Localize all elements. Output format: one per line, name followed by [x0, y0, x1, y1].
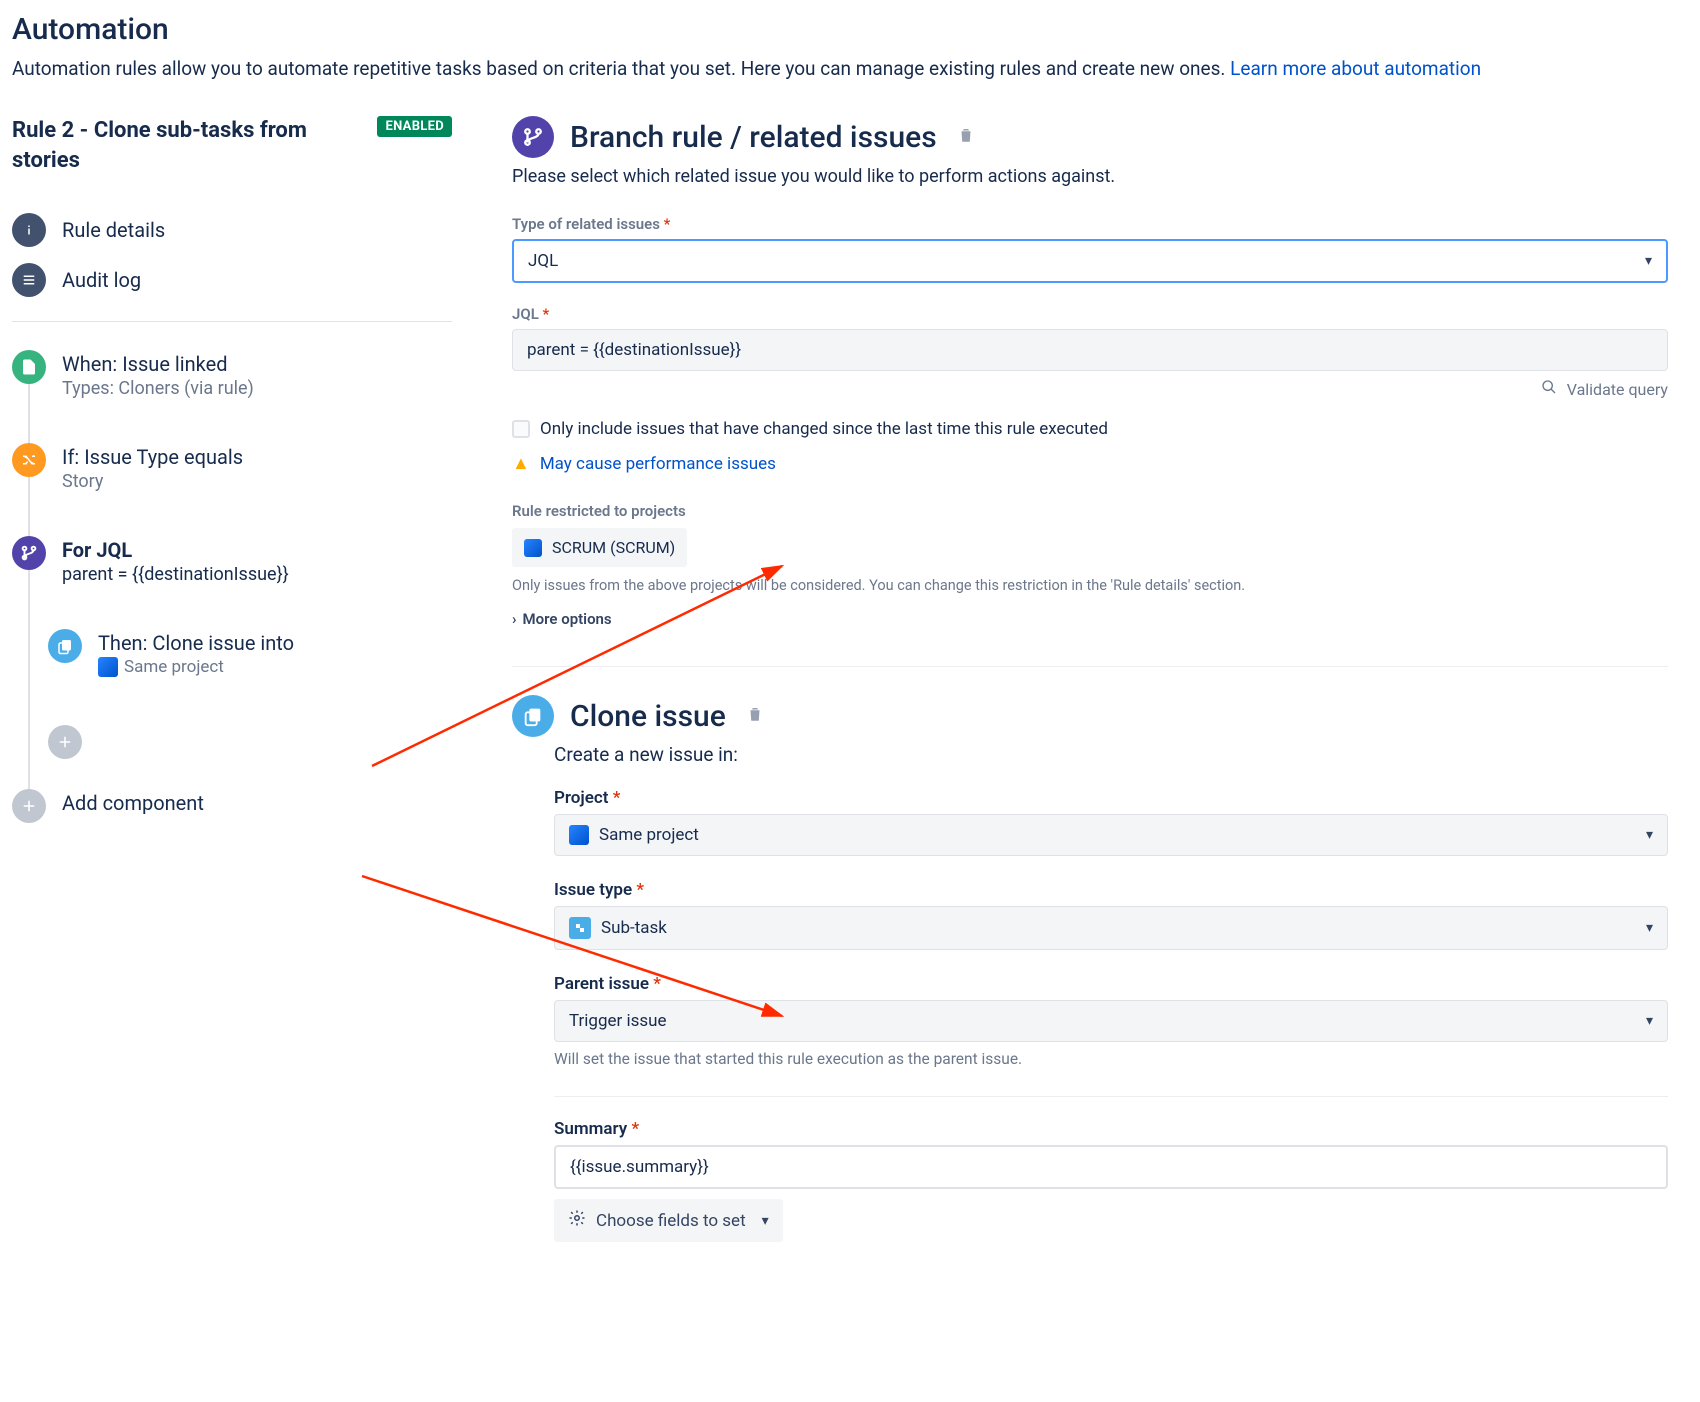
- subtask-icon: [569, 917, 591, 939]
- restrict-project-chip: SCRUM (SCRUM): [512, 528, 687, 567]
- step-trigger-sub: Types: Cloners (via rule): [62, 378, 254, 399]
- flow-connector: [28, 370, 30, 803]
- learn-more-link[interactable]: Learn more about automation: [1230, 57, 1481, 80]
- chevron-right-icon: ›: [512, 610, 517, 628]
- page-description-text: Automation rules allow you to automate r…: [12, 57, 1230, 80]
- parent-select[interactable]: Trigger issue ▾: [554, 1000, 1668, 1042]
- summary-label: Summary *: [554, 1119, 1668, 1139]
- step-trigger[interactable]: When: Issue linked Types: Cloners (via r…: [12, 350, 452, 399]
- page-title: Automation: [12, 12, 1688, 47]
- step-branch[interactable]: For JQL parent = {{destinationIssue}}: [12, 536, 452, 585]
- project-label: Project *: [554, 788, 1668, 808]
- jql-label: JQL *: [512, 305, 1668, 323]
- clone-icon: [512, 695, 554, 737]
- chevron-down-icon: ▾: [1645, 253, 1652, 269]
- type-label: Type of related issues *: [512, 215, 1668, 233]
- perf-warning-label: May cause performance issues: [540, 454, 776, 474]
- rule-name: Rule 2 - Clone sub-tasks from stories: [12, 116, 312, 175]
- more-options-label: More options: [523, 610, 612, 628]
- warning-icon: ▲: [512, 453, 530, 474]
- step-trigger-title: When: Issue linked: [62, 352, 254, 376]
- summary-input[interactable]: {{issue.summary}}: [554, 1145, 1668, 1189]
- step-condition[interactable]: If: Issue Type equals Story: [12, 443, 452, 492]
- branch-icon: [12, 536, 46, 570]
- step-condition-sub: Story: [62, 471, 243, 492]
- parent-select-value: Trigger issue: [569, 1011, 667, 1031]
- choose-fields-label: Choose fields to set: [596, 1211, 746, 1231]
- gear-icon: [568, 1209, 586, 1232]
- divider: [12, 321, 452, 322]
- parent-helper: Will set the issue that started this rul…: [554, 1050, 1668, 1068]
- chevron-down-icon: ▾: [1646, 1013, 1653, 1029]
- plus-icon: [48, 725, 82, 759]
- chevron-down-icon: ▾: [1646, 920, 1653, 936]
- issuetype-select-value: Sub-task: [601, 918, 667, 938]
- nav-rule-details[interactable]: Rule details: [12, 205, 452, 255]
- step-condition-title: If: Issue Type equals: [62, 445, 243, 469]
- info-icon: [12, 213, 46, 247]
- jql-input[interactable]: parent = {{destinationIssue}}: [512, 329, 1668, 371]
- page-description: Automation rules allow you to automate r…: [12, 57, 1688, 80]
- project-avatar-icon: [98, 657, 118, 677]
- type-select[interactable]: JQL ▾: [512, 239, 1668, 283]
- clone-icon: [48, 629, 82, 663]
- only-changed-label: Only include issues that have changed si…: [540, 419, 1108, 439]
- project-avatar-icon: [524, 539, 542, 557]
- trigger-icon: [12, 350, 46, 384]
- choose-fields-button[interactable]: Choose fields to set ▾: [554, 1199, 783, 1242]
- step-action-sub: Same project: [98, 657, 224, 677]
- branch-panel-title: Branch rule / related issues: [570, 120, 937, 155]
- branch-panel: Branch rule / related issues Please sele…: [512, 116, 1668, 628]
- step-action-sub-label: Same project: [124, 657, 224, 677]
- chevron-down-icon: ▾: [1646, 827, 1653, 843]
- step-branch-sub: parent = {{destinationIssue}}: [62, 564, 289, 585]
- trash-icon[interactable]: [957, 126, 975, 149]
- status-badge: ENABLED: [377, 116, 452, 137]
- parent-label: Parent issue *: [554, 974, 1668, 994]
- step-branch-title: For JQL: [62, 538, 289, 562]
- restrict-note: Only issues from the above projects will…: [512, 577, 1668, 594]
- project-select-value: Same project: [599, 825, 699, 845]
- clone-desc: Create a new issue in:: [554, 743, 1668, 766]
- list-icon: [12, 263, 46, 297]
- search-icon: [1541, 380, 1561, 399]
- nav-audit-log-label: Audit log: [62, 268, 141, 292]
- clone-panel: Clone issue Create a new issue in: Proje…: [512, 695, 1668, 1242]
- step-add-component[interactable]: Add component: [12, 789, 452, 823]
- clone-panel-title: Clone issue: [570, 699, 726, 734]
- step-action[interactable]: Then: Clone issue into Same project: [48, 629, 452, 681]
- more-options-toggle[interactable]: › More options: [512, 610, 1668, 628]
- project-select[interactable]: Same project ▾: [554, 814, 1668, 856]
- validate-query-label: Validate query: [1567, 380, 1668, 399]
- branch-icon: [512, 116, 554, 158]
- step-action-title: Then: Clone issue into: [98, 631, 294, 655]
- step-add-component-label: Add component: [62, 791, 204, 815]
- issuetype-label: Issue type *: [554, 880, 1668, 900]
- rule-sidebar: Rule 2 - Clone sub-tasks from stories EN…: [12, 116, 452, 1242]
- panel-divider: [512, 666, 1668, 667]
- shuffle-icon: [12, 443, 46, 477]
- step-add-action[interactable]: [48, 725, 452, 759]
- checkbox-icon: [512, 420, 530, 438]
- plus-icon: [12, 789, 46, 823]
- project-avatar-icon: [569, 825, 589, 845]
- nav-audit-log[interactable]: Audit log: [12, 255, 452, 305]
- validate-query-link[interactable]: Validate query: [512, 379, 1668, 399]
- branch-panel-desc: Please select which related issue you wo…: [512, 166, 1668, 187]
- perf-warning[interactable]: ▲ May cause performance issues: [512, 453, 1668, 474]
- type-select-value: JQL: [528, 251, 558, 271]
- summary-input-value: {{issue.summary}}: [570, 1157, 709, 1177]
- nav-rule-details-label: Rule details: [62, 218, 165, 242]
- section-divider: [554, 1096, 1668, 1097]
- restrict-label: Rule restricted to projects: [512, 502, 1668, 520]
- restrict-project-label: SCRUM (SCRUM): [552, 538, 675, 557]
- jql-input-value: parent = {{destinationIssue}}: [527, 340, 741, 360]
- issuetype-select[interactable]: Sub-task ▾: [554, 906, 1668, 950]
- chevron-down-icon: ▾: [762, 1213, 769, 1229]
- trash-icon[interactable]: [746, 705, 764, 728]
- only-changed-checkbox[interactable]: Only include issues that have changed si…: [512, 419, 1668, 439]
